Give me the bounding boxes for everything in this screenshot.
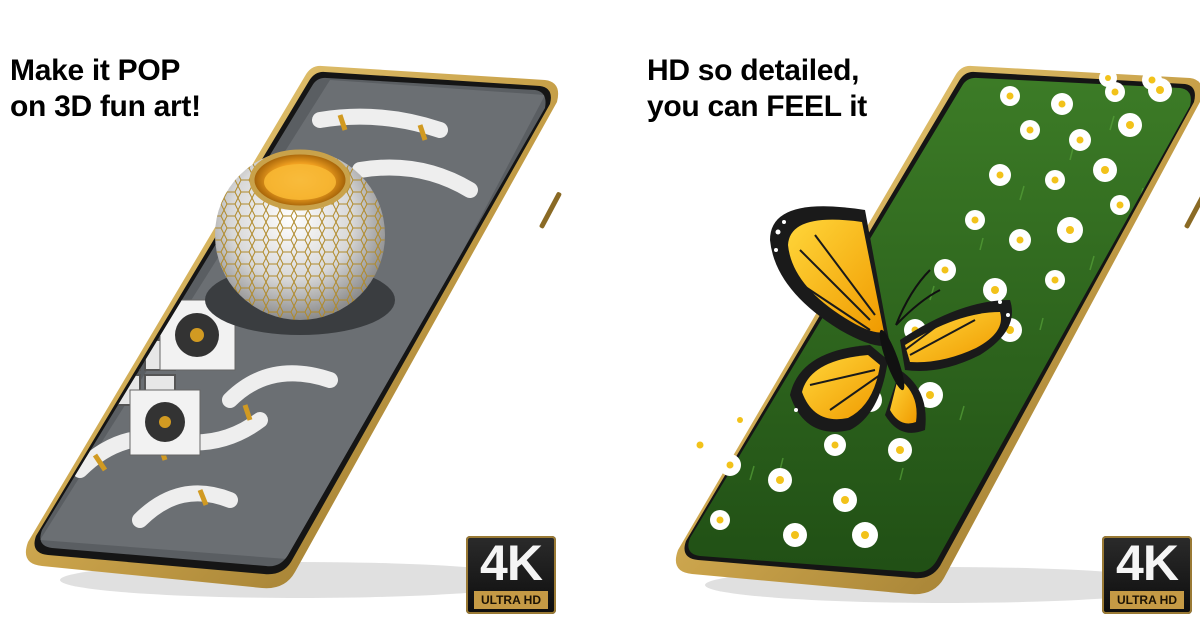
badge-ultra-hd-label: ULTRA HD <box>474 591 548 609</box>
promo-panel-right: HD so detailed, you can FEEL it 4K ULTRA… <box>600 0 1200 623</box>
phone-mockup-3d-art <box>25 65 562 598</box>
promo-panel-left: Make it POP on 3D fun art! 4K ULTRA HD <box>0 0 600 623</box>
badge-4k-label: 4K <box>480 535 543 591</box>
phone-mockup-hd-nature <box>675 65 1200 603</box>
badge-4k-ultra-hd-left: 4K ULTRA HD <box>466 536 556 614</box>
badge-4k-label: 4K <box>1116 535 1179 591</box>
honeycomb-sphere <box>215 149 385 320</box>
badge-4k-ultra-hd-right: 4K ULTRA HD <box>1102 536 1192 614</box>
badge-ultra-hd-label: ULTRA HD <box>1110 591 1184 609</box>
screen-3d-machinery <box>40 77 546 567</box>
